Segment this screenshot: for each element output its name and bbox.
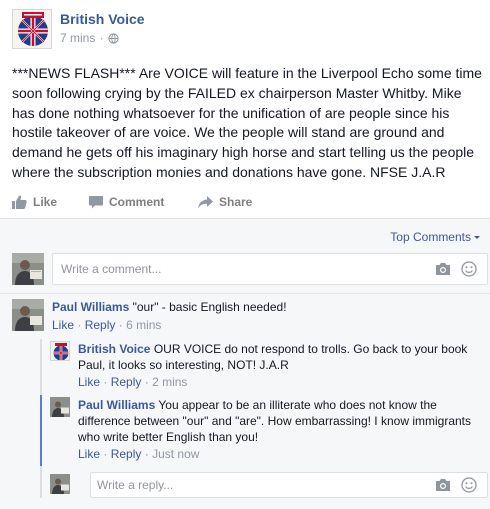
reply-reply-link[interactable]: Reply xyxy=(111,447,142,461)
camera-icon[interactable] xyxy=(435,262,451,276)
comment-button-label: Comment xyxy=(109,195,165,209)
comment-timestamp[interactable]: 6 mins xyxy=(126,318,161,332)
reply-thread-rule-active xyxy=(40,395,42,466)
like-button-label: Like xyxy=(33,195,58,209)
reply-timestamp[interactable]: Just now xyxy=(152,447,199,461)
reply-meta: Like · Reply · Just now xyxy=(78,447,199,461)
commenter-avatar[interactable] xyxy=(12,299,44,331)
post-action-bar: Like Comment Share xyxy=(0,190,490,214)
post-meta: 7 mins · xyxy=(60,31,119,45)
person-photo-icon xyxy=(12,253,44,285)
reply-input[interactable]: Write a reply... xyxy=(90,472,488,498)
page-avatar[interactable] xyxy=(12,9,52,49)
person-photo-icon xyxy=(50,397,70,417)
comment-input[interactable]: Write a comment... xyxy=(52,253,488,285)
british-voice-logo xyxy=(51,342,69,360)
current-user-avatar[interactable] xyxy=(50,474,70,494)
share-button-label: Share xyxy=(219,195,253,209)
comment-button[interactable]: Comment xyxy=(89,190,164,214)
comment-item: Paul Williams "our" - basic English need… xyxy=(12,299,482,339)
camera-icon[interactable] xyxy=(435,478,451,492)
comments-section: Top Comments Write a comment... Paul Wil… xyxy=(0,218,490,509)
sort-label: Top Comments xyxy=(390,230,471,244)
meta-separator: · xyxy=(144,375,149,389)
emoji-smiley-icon[interactable] xyxy=(461,261,477,277)
reply-item: British Voice OUR VOICE do not respond t… xyxy=(50,341,480,393)
post-text: ***NEWS FLASH*** Are VOICE will feature … xyxy=(12,65,482,180)
reply-thread-rule xyxy=(40,339,42,395)
reply-author-avatar[interactable] xyxy=(50,341,70,361)
meta-separator: · xyxy=(144,447,149,461)
reply-item: Paul Williams You appear to be an illite… xyxy=(50,397,480,465)
meta-separator: · xyxy=(103,375,108,389)
post-timestamp[interactable]: 7 mins xyxy=(60,31,95,45)
comment-meta: Like · Reply · 6 mins xyxy=(52,318,161,332)
meta-separator: · xyxy=(99,31,104,45)
comment-reply-link[interactable]: Reply xyxy=(85,318,116,332)
reply-author-link[interactable]: Paul Williams xyxy=(78,398,155,412)
meta-separator: · xyxy=(118,318,123,332)
facebook-post: British Voice 7 mins · ***NEWS FLASH*** … xyxy=(0,0,490,509)
reply-meta: Like · Reply · 2 mins xyxy=(78,375,187,389)
reply-input-placeholder: Write a reply... xyxy=(97,478,174,492)
reply-composer: Write a reply... xyxy=(12,472,488,500)
section-divider xyxy=(0,293,490,294)
page-name-link[interactable]: British Voice xyxy=(60,11,145,27)
current-user-avatar[interactable] xyxy=(12,253,44,285)
comment-like-link[interactable]: Like xyxy=(52,318,74,332)
share-button[interactable]: Share xyxy=(198,190,252,214)
comment-author-link[interactable]: Paul Williams xyxy=(52,300,129,314)
emoji-smiley-icon[interactable] xyxy=(461,477,477,493)
comment-input-placeholder: Write a comment... xyxy=(61,262,162,276)
person-photo-icon xyxy=(12,299,44,331)
meta-separator: · xyxy=(77,318,82,332)
meta-separator: · xyxy=(103,447,108,461)
comment-body: Paul Williams "our" - basic English need… xyxy=(52,299,472,315)
reply-like-link[interactable]: Like xyxy=(78,447,100,461)
reply-timestamp[interactable]: 2 mins xyxy=(152,375,187,389)
thumbs-up-icon xyxy=(12,195,27,209)
top-comments-sort-dropdown[interactable]: Top Comments xyxy=(390,230,480,244)
british-voice-logo xyxy=(13,10,51,48)
comment-text: "our" - basic English needed! xyxy=(132,300,287,314)
caret-down-icon xyxy=(474,236,480,239)
share-arrow-icon xyxy=(198,195,213,208)
reply-author-avatar[interactable] xyxy=(50,397,70,417)
person-photo-icon xyxy=(50,474,70,494)
comment-bubble-icon xyxy=(89,195,103,208)
reply-reply-link[interactable]: Reply xyxy=(111,375,142,389)
public-globe-icon[interactable] xyxy=(108,33,119,44)
reply-body: British Voice OUR VOICE do not respond t… xyxy=(78,341,474,373)
reply-like-link[interactable]: Like xyxy=(78,375,100,389)
reply-author-link[interactable]: British Voice xyxy=(78,342,150,356)
like-button[interactable]: Like xyxy=(12,190,57,214)
reply-body: Paul Williams You appear to be an illite… xyxy=(78,397,474,445)
